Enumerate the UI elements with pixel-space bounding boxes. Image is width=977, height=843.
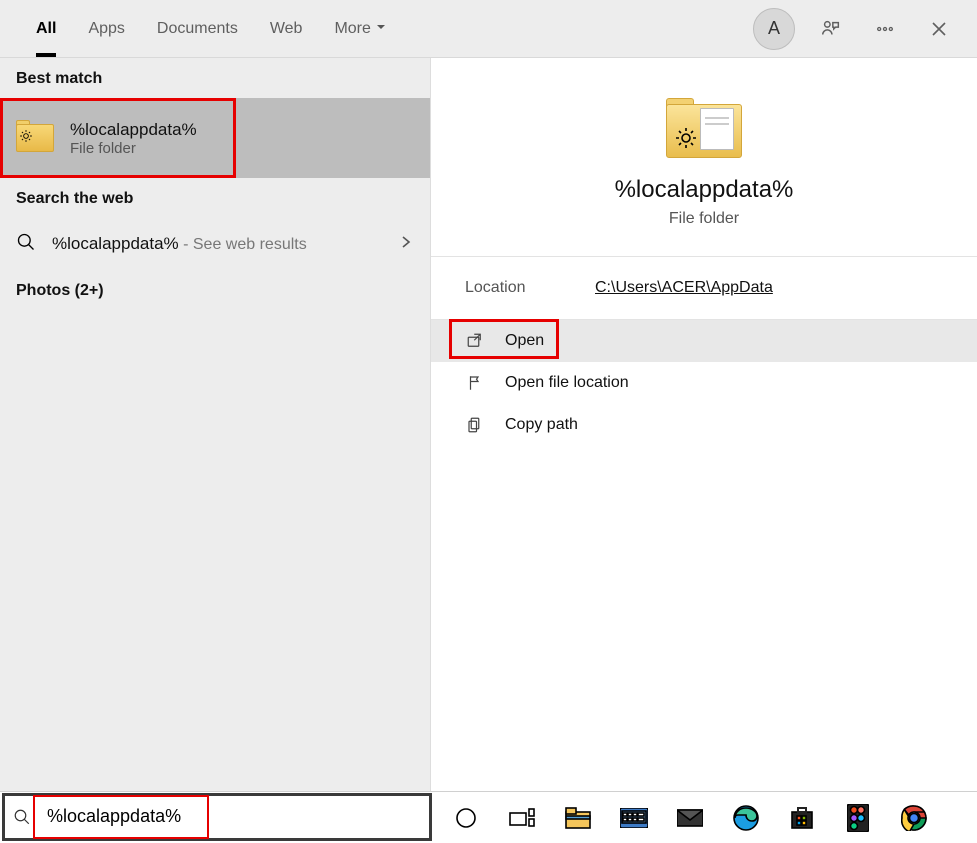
tab-documents[interactable]: Documents bbox=[141, 0, 254, 57]
location-label: Location bbox=[465, 279, 595, 297]
copy-icon bbox=[465, 415, 485, 435]
taskbar bbox=[432, 792, 977, 843]
folder-open-icon bbox=[465, 373, 485, 393]
search-box[interactable] bbox=[2, 793, 432, 841]
windows-search-window: All Apps Documents Web More A bbox=[0, 0, 977, 843]
folder-large-icon bbox=[666, 98, 742, 158]
figma-icon[interactable] bbox=[840, 800, 876, 836]
preview-panel: %localappdata% File folder Location C:\U… bbox=[430, 58, 977, 791]
web-search-text: %localappdata% - See web results bbox=[52, 234, 307, 254]
microsoft-store-icon[interactable] bbox=[784, 800, 820, 836]
action-open[interactable]: Open bbox=[431, 320, 977, 362]
action-copy-path[interactable]: Copy path bbox=[431, 404, 977, 446]
feedback-icon[interactable] bbox=[813, 11, 849, 47]
results-list: Best match %localappdata% File folder Se… bbox=[0, 58, 430, 791]
taskbar-area bbox=[0, 791, 977, 843]
action-open-file-location-label: Open file location bbox=[505, 374, 629, 392]
file-explorer-icon[interactable] bbox=[560, 800, 596, 836]
search-input[interactable] bbox=[39, 796, 429, 838]
web-search-result[interactable]: %localappdata% - See web results bbox=[0, 218, 430, 270]
tab-apps[interactable]: Apps bbox=[72, 0, 140, 57]
best-match-header: Best match bbox=[0, 58, 430, 98]
best-match-title: %localappdata% bbox=[70, 120, 197, 140]
action-copy-path-label: Copy path bbox=[505, 416, 578, 434]
mail-icon[interactable] bbox=[672, 800, 708, 836]
cortana-icon[interactable] bbox=[448, 800, 484, 836]
tab-all[interactable]: All bbox=[20, 0, 72, 57]
chevron-down-icon bbox=[375, 20, 387, 38]
action-open-label: Open bbox=[505, 332, 544, 350]
keyboard-app-icon[interactable] bbox=[616, 800, 652, 836]
search-web-header: Search the web bbox=[0, 178, 430, 218]
filter-tabs: All Apps Documents Web More bbox=[20, 0, 403, 57]
preview-actions: Open Open file location Copy path bbox=[431, 320, 977, 446]
best-match-text: %localappdata% File folder bbox=[70, 120, 197, 157]
tab-more[interactable]: More bbox=[318, 0, 402, 57]
web-search-suffix: - See web results bbox=[179, 236, 307, 253]
location-value[interactable]: C:\Users\ACER\AppData bbox=[595, 279, 773, 297]
preview-title: %localappdata% bbox=[615, 176, 794, 204]
search-icon bbox=[5, 808, 39, 826]
tab-more-label: More bbox=[334, 20, 370, 38]
best-match-subtitle: File folder bbox=[70, 140, 197, 157]
close-button[interactable] bbox=[921, 11, 957, 47]
best-match-row: %localappdata% File folder bbox=[0, 98, 430, 178]
best-match-row-extent[interactable] bbox=[236, 98, 430, 178]
search-filter-tabs: All Apps Documents Web More A bbox=[0, 0, 977, 58]
tab-web[interactable]: Web bbox=[254, 0, 319, 57]
preview-type: File folder bbox=[669, 210, 739, 228]
chevron-right-icon bbox=[398, 234, 414, 255]
best-match-result[interactable]: %localappdata% File folder bbox=[0, 98, 236, 178]
chrome-icon[interactable] bbox=[896, 800, 932, 836]
more-options-icon[interactable] bbox=[867, 11, 903, 47]
search-input-wrap bbox=[39, 796, 429, 838]
action-open-file-location[interactable]: Open file location bbox=[431, 362, 977, 404]
search-results: Best match %localappdata% File folder Se… bbox=[0, 58, 977, 791]
photos-header[interactable]: Photos (2+) bbox=[0, 270, 430, 310]
edge-browser-icon[interactable] bbox=[728, 800, 764, 836]
folder-icon bbox=[16, 122, 54, 154]
user-avatar[interactable]: A bbox=[753, 8, 795, 50]
task-view-icon[interactable] bbox=[504, 800, 540, 836]
topbar-right-controls: A bbox=[753, 8, 967, 50]
open-icon bbox=[465, 331, 485, 351]
web-search-query: %localappdata% bbox=[52, 234, 179, 253]
preview-hero: %localappdata% File folder bbox=[431, 58, 977, 257]
search-icon bbox=[16, 232, 36, 257]
location-row: Location C:\Users\ACER\AppData bbox=[431, 257, 977, 320]
